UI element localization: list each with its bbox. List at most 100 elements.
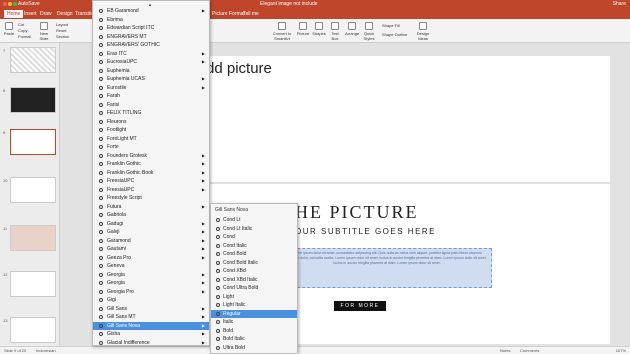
font-menu-item[interactable]: FreesiaUPC ▶ xyxy=(93,177,209,185)
font-menu-item[interactable]: FELIX TITLING xyxy=(93,109,209,117)
font-menu-item[interactable]: Franklin Gothic Book ▶ xyxy=(93,169,209,177)
font-menu-item[interactable]: ENGRAVERS' GOTHIC xyxy=(93,41,209,49)
font-menu-item[interactable]: Gill Sans MT ▶ xyxy=(93,313,209,321)
tab-draw[interactable]: Draw xyxy=(40,11,52,17)
font-menu-item[interactable]: Founders Grotesk ▶ xyxy=(93,152,209,160)
slide-thumbnail[interactable]: 7 xyxy=(3,47,56,73)
font-style-item[interactable]: Italic xyxy=(211,318,297,326)
font-menu-item[interactable]: EucrosiaUPC ▶ xyxy=(93,58,209,66)
close-window-icon[interactable] xyxy=(3,2,7,6)
slide-thumbnail-selected[interactable]: 9 xyxy=(3,129,56,155)
zoom-level[interactable]: 107% xyxy=(616,348,626,353)
font-menu-item[interactable]: Farah xyxy=(93,92,209,100)
arrange-button[interactable]: Arrange xyxy=(345,22,359,36)
font-menu-item[interactable]: Gabriola xyxy=(93,211,209,219)
slide-title-text[interactable]: dd picture xyxy=(206,60,272,77)
font-style-item[interactable]: Cond Bold xyxy=(211,250,297,258)
tab-picture-format[interactable]: Picture Format xyxy=(212,11,245,17)
convert-smartart-button[interactable]: Convert to SmartArt xyxy=(272,22,292,41)
reset-button[interactable]: Reset xyxy=(56,28,66,33)
font-menu-item[interactable]: Fleurons xyxy=(93,118,209,126)
font-menu-item[interactable]: Franklin Gothic ▶ xyxy=(93,160,209,168)
font-menu-item[interactable]: Ebrima xyxy=(93,16,209,24)
font-menu-item[interactable]: ForeLight MT xyxy=(93,135,209,143)
font-menu-item[interactable]: Forte xyxy=(93,143,209,151)
new-slide-button[interactable]: New Slide xyxy=(36,22,52,41)
font-menu-item[interactable]: ENGRAVERS MT xyxy=(93,33,209,41)
slide-thumbnail[interactable]: 8 xyxy=(3,87,56,113)
comments-button[interactable]: Comments xyxy=(520,348,539,353)
font-menu-item[interactable]: Farisi xyxy=(93,101,209,109)
font-style-item[interactable]: Cond Lt Italic xyxy=(211,225,297,233)
cut-button[interactable]: Cut xyxy=(18,22,24,27)
font-style-item[interactable]: Cond Lt xyxy=(211,216,297,224)
slide-thumbnails-pane[interactable]: 7 8 9 10 11 12 13 xyxy=(0,43,60,346)
font-style-item[interactable]: Light Italic xyxy=(211,301,297,309)
selected-text-box[interactable]: Lorem ipsum dolor sit amet, consectetur … xyxy=(282,248,492,288)
slide-subtitle[interactable]: OUR SUBTITLE GOES HERE xyxy=(295,227,436,236)
notes-button[interactable]: Notes xyxy=(500,348,510,353)
slide-previous[interactable]: dd picture xyxy=(200,56,610,182)
slide-thumbnail[interactable]: 10 xyxy=(3,177,56,203)
font-menu-item[interactable]: Geneva xyxy=(93,262,209,270)
font-style-item[interactable]: Cond Ultra Bold xyxy=(211,284,297,292)
font-menu-item[interactable]: Gisha ▶ xyxy=(93,330,209,338)
font-style-item[interactable]: Ultra Bold xyxy=(211,344,297,352)
font-style-item[interactable]: Cond XBd Italic xyxy=(211,276,297,284)
copy-button[interactable]: Copy xyxy=(18,28,27,33)
design-ideas-button[interactable]: Design Ideas xyxy=(414,22,432,41)
minimize-window-icon[interactable] xyxy=(8,2,12,6)
tab-file[interactable]: Home xyxy=(4,10,24,18)
font-style-item[interactable]: Cond Italic xyxy=(211,242,297,250)
font-menu-item[interactable]: Georgia ▶ xyxy=(93,279,209,287)
slide-heading[interactable]: HE PICTURE xyxy=(295,202,419,223)
font-menu-item[interactable]: Gautami ▶ xyxy=(93,245,209,253)
shape-fill-button[interactable]: Shape Fill xyxy=(382,23,400,28)
font-menu-item[interactable]: Gigi xyxy=(93,296,209,304)
textbox-button[interactable]: Text Box xyxy=(328,22,342,41)
picture-button[interactable]: Picture xyxy=(296,22,310,36)
font-style-item[interactable]: Cond xyxy=(211,233,297,241)
font-menu-item[interactable]: Geeza Pro ▶ xyxy=(93,254,209,262)
font-style-item[interactable]: Cond Bold Italic xyxy=(211,259,297,267)
font-menu-item[interactable]: Futura ▶ xyxy=(93,203,209,211)
tab-tell-me[interactable]: Tell me xyxy=(243,11,259,17)
font-menu-item[interactable]: Georgia Pro ▶ xyxy=(93,288,209,296)
font-menu-item[interactable]: Eras ITC ▶ xyxy=(93,50,209,58)
slide-thumbnail[interactable]: 11 xyxy=(3,225,56,251)
paste-button[interactable]: Paste xyxy=(3,22,15,36)
font-style-item[interactable]: Bold xyxy=(211,327,297,335)
font-menu-item[interactable]: Glacial Indifference ▶ xyxy=(93,339,209,347)
language-indicator[interactable]: Indonesian xyxy=(36,348,56,353)
font-menu-item[interactable]: Footlight xyxy=(93,126,209,134)
font-style-item[interactable]: Regular xyxy=(211,309,297,318)
quick-styles-button[interactable]: Quick Styles xyxy=(361,22,377,41)
font-menu-item[interactable]: Euphemia UCAS ▶ xyxy=(93,75,209,83)
shapes-button[interactable]: Shapes xyxy=(312,22,326,36)
tab-design[interactable]: Design xyxy=(57,11,73,17)
font-menu-item[interactable]: Euphemia xyxy=(93,67,209,75)
window-controls[interactable] xyxy=(3,2,18,8)
font-style-item[interactable]: Light xyxy=(211,293,297,301)
font-menu-item[interactable]: Eurostile ▶ xyxy=(93,84,209,92)
shape-outline-button[interactable]: Shape Outline xyxy=(382,32,407,37)
font-style-item[interactable]: Bold Italic xyxy=(211,335,297,343)
slide-thumbnail[interactable]: 13 xyxy=(3,317,56,343)
slide-thumbnail[interactable]: 12 xyxy=(3,271,56,297)
tab-insert[interactable]: Insert xyxy=(24,11,37,17)
font-style-submenu[interactable]: Gill Sans Nova Cond Lt Cond Lt Italic Cond C… xyxy=(210,203,298,354)
font-menu-item[interactable]: Georgia ▶ xyxy=(93,271,209,279)
font-dropdown-menu[interactable]: ▲ EB Garamond ▶ Ebrima Edwardian Script ITC… xyxy=(92,0,210,346)
for-more-button[interactable]: FOR MORE xyxy=(334,301,386,311)
section-button[interactable]: Section xyxy=(56,34,69,39)
font-menu-item[interactable]: Garamond ▶ xyxy=(93,237,209,245)
maximize-window-icon[interactable] xyxy=(13,2,17,6)
font-menu-item[interactable]: Edwardian Script ITC xyxy=(93,24,209,32)
autosave-label[interactable]: AutoSave xyxy=(18,1,40,7)
font-menu-item[interactable]: Freestyle Script xyxy=(93,194,209,202)
font-menu-item[interactable]: Gill Sans ▶ xyxy=(93,305,209,313)
font-menu-item[interactable]: FreesiaUPC ▶ xyxy=(93,186,209,194)
font-menu-item[interactable]: EB Garamond ▶ xyxy=(93,7,209,15)
font-style-item[interactable]: Cond XBd xyxy=(211,267,297,275)
format-button[interactable]: Format xyxy=(18,34,31,39)
